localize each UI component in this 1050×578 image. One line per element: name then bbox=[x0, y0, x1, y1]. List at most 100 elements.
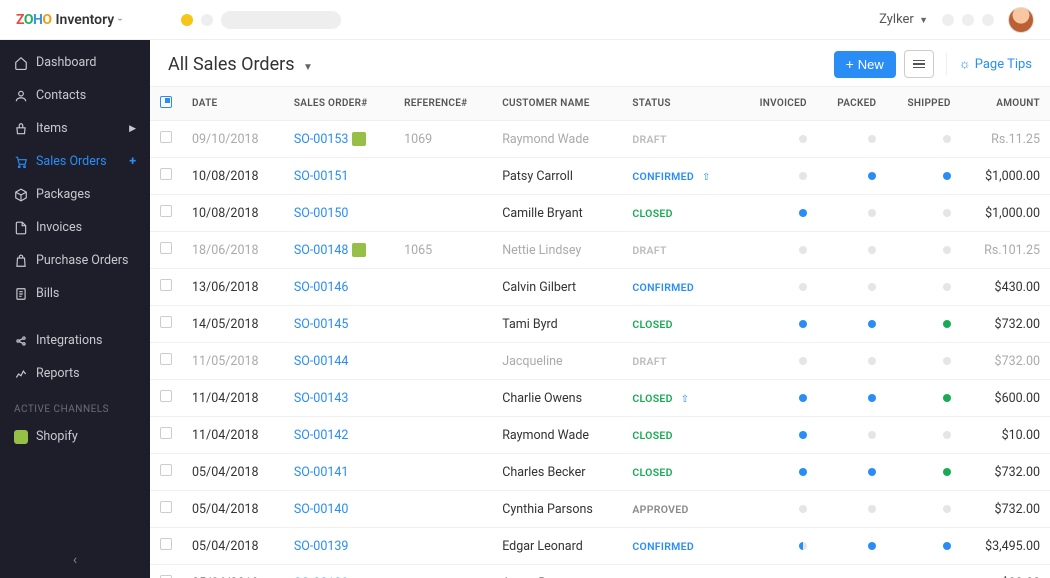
orders-table: DATE SALES ORDER# REFERENCE# CUSTOMER NA… bbox=[150, 87, 1050, 578]
table-row[interactable]: 11/04/2018SO-00142Raymond WadeCLOSED$10.… bbox=[150, 417, 1050, 454]
status-dot-icon bbox=[943, 431, 951, 439]
sales-order-link[interactable]: SO-00142 bbox=[294, 428, 349, 443]
row-checkbox[interactable] bbox=[160, 168, 172, 180]
table-row[interactable]: 13/06/2018SO-00146Calvin GilbertCONFIRME… bbox=[150, 269, 1050, 306]
channel-item-shopify[interactable]: Shopify bbox=[0, 421, 150, 452]
sidebar-item-dashboard[interactable]: Dashboard bbox=[0, 46, 150, 79]
table-row[interactable]: 05/04/2018SO-00140Cynthia ParsonsAPPROVE… bbox=[150, 491, 1050, 528]
sales-order-link[interactable]: SO-00143 bbox=[294, 391, 349, 406]
cell-date: 10/08/2018 bbox=[182, 195, 284, 232]
col-customer[interactable]: CUSTOMER NAME bbox=[492, 87, 622, 121]
sales-order-link[interactable]: SO-00146 bbox=[294, 280, 349, 295]
col-reference[interactable]: REFERENCE# bbox=[394, 87, 492, 121]
col-packed[interactable]: PACKED bbox=[817, 87, 887, 121]
table-row[interactable]: 05/04/2018SO-00139Edgar LeonardCONFIRMED… bbox=[150, 528, 1050, 565]
plus-icon: + bbox=[846, 57, 854, 71]
app-name[interactable]: Inventory bbox=[56, 12, 115, 28]
cell-shipped bbox=[886, 343, 960, 380]
table-row[interactable]: 11/05/2018SO-00144JacquelineDRAFT$732.00 bbox=[150, 343, 1050, 380]
ship-note-icon: ⇧ bbox=[681, 394, 689, 405]
row-checkbox[interactable] bbox=[160, 131, 172, 143]
sidebar-item-integrations[interactable]: Integrations bbox=[0, 324, 150, 357]
sales-order-link[interactable]: SO-00153 bbox=[294, 132, 349, 147]
status-dot-icon bbox=[799, 357, 807, 365]
cell-invoiced bbox=[738, 343, 817, 380]
sales-order-link[interactable]: SO-00141 bbox=[294, 465, 349, 480]
col-sales-order[interactable]: SALES ORDER# bbox=[284, 87, 394, 121]
status-dot-icon bbox=[943, 505, 951, 513]
table-row[interactable]: 14/05/2018SO-00145Tami ByrdCLOSED$732.00 bbox=[150, 306, 1050, 343]
sidebar-item-invoices[interactable]: Invoices bbox=[0, 211, 150, 244]
table-row[interactable]: 05/04/2018SO-00138Aaron BrownCLOSED$33.0… bbox=[150, 565, 1050, 578]
page-tips-link[interactable]: ☼Page Tips bbox=[959, 56, 1032, 72]
column-picker-icon[interactable] bbox=[160, 96, 172, 108]
sidebar-item-sales-orders[interactable]: Sales Orders+ bbox=[0, 145, 150, 178]
app-switcher-caret-icon[interactable]: › bbox=[114, 18, 125, 21]
avatar[interactable] bbox=[1008, 7, 1034, 33]
sidebar-item-label: Contacts bbox=[36, 88, 86, 103]
cell-shipped bbox=[886, 380, 960, 417]
status-badge: DRAFT bbox=[632, 355, 666, 368]
page-title[interactable]: All Sales Orders ▼ bbox=[168, 54, 313, 75]
table-row[interactable]: 18/06/2018SO-001481065Nettie LindseyDRAF… bbox=[150, 232, 1050, 269]
sidebar-item-packages[interactable]: Packages bbox=[0, 178, 150, 211]
sales-order-link[interactable]: SO-00140 bbox=[294, 502, 349, 517]
col-shipped[interactable]: SHIPPED bbox=[886, 87, 960, 121]
row-checkbox[interactable] bbox=[160, 464, 172, 476]
sales-order-link[interactable]: SO-00151 bbox=[294, 169, 349, 184]
col-amount[interactable]: AMOUNT bbox=[961, 87, 1050, 121]
status-dot-icon bbox=[943, 172, 951, 180]
row-checkbox[interactable] bbox=[160, 242, 172, 254]
cell-shipped bbox=[886, 454, 960, 491]
row-checkbox[interactable] bbox=[160, 205, 172, 217]
cell-date: 14/05/2018 bbox=[182, 306, 284, 343]
cell-invoiced bbox=[738, 528, 817, 565]
sales-order-link[interactable]: SO-00148 bbox=[294, 243, 349, 258]
sales-order-link[interactable]: SO-00145 bbox=[294, 317, 349, 332]
sidebar-item-items[interactable]: Items▶ bbox=[0, 112, 150, 145]
add-icon[interactable]: + bbox=[129, 154, 136, 169]
row-checkbox[interactable] bbox=[160, 427, 172, 439]
table-row[interactable]: 11/04/2018SO-00143Charlie OwensCLOSED⇧$6… bbox=[150, 380, 1050, 417]
sales-order-link[interactable]: SO-00144 bbox=[294, 354, 349, 369]
col-invoiced[interactable]: INVOICED bbox=[738, 87, 817, 121]
sales-order-link[interactable]: SO-00139 bbox=[294, 539, 349, 554]
cell-invoiced bbox=[738, 565, 817, 578]
cell-shipped bbox=[886, 565, 960, 578]
status-dot-icon bbox=[868, 431, 876, 439]
status-dot-icon bbox=[868, 542, 876, 550]
cell-amount: Rs.101.25 bbox=[961, 232, 1050, 269]
sidebar-item-purchase-orders[interactable]: Purchase Orders bbox=[0, 244, 150, 277]
cell-reference bbox=[394, 343, 492, 380]
status-dot-icon bbox=[868, 135, 876, 143]
col-date[interactable]: DATE bbox=[182, 87, 284, 121]
table-row[interactable]: 10/08/2018SO-00151Patsy CarrollCONFIRMED… bbox=[150, 158, 1050, 195]
cell-status: DRAFT bbox=[622, 343, 737, 380]
row-checkbox[interactable] bbox=[160, 353, 172, 365]
ship-note-icon: ⇧ bbox=[702, 172, 710, 183]
row-checkbox[interactable] bbox=[160, 501, 172, 513]
row-checkbox[interactable] bbox=[160, 279, 172, 291]
sidebar-item-bills[interactable]: Bills bbox=[0, 277, 150, 310]
cell-customer: Tami Byrd bbox=[492, 306, 622, 343]
sales-order-link[interactable]: SO-00150 bbox=[294, 206, 349, 221]
table-row[interactable]: 09/10/2018SO-001531069Raymond WadeDRAFTR… bbox=[150, 121, 1050, 158]
row-checkbox[interactable] bbox=[160, 538, 172, 550]
row-checkbox[interactable] bbox=[160, 316, 172, 328]
cell-reference bbox=[394, 380, 492, 417]
table-row[interactable]: 05/04/2018SO-00141Charles BeckerCLOSED$7… bbox=[150, 454, 1050, 491]
status-dot-icon bbox=[943, 283, 951, 291]
org-switcher[interactable]: Zylker ▼ bbox=[879, 12, 928, 27]
bulb-icon: ☼ bbox=[959, 56, 971, 72]
row-checkbox[interactable] bbox=[160, 390, 172, 402]
table-header: DATE SALES ORDER# REFERENCE# CUSTOMER NA… bbox=[150, 87, 1050, 121]
status-dot-icon bbox=[943, 135, 951, 143]
new-button[interactable]: +New bbox=[834, 51, 896, 78]
col-status[interactable]: STATUS bbox=[622, 87, 737, 121]
sidebar-item-contacts[interactable]: Contacts bbox=[0, 79, 150, 112]
table-row[interactable]: 10/08/2018SO-00150Camille BryantCLOSED$1… bbox=[150, 195, 1050, 232]
list-menu-button[interactable] bbox=[904, 50, 934, 78]
status-dot-icon bbox=[799, 320, 807, 328]
sidebar-collapse-button[interactable]: ‹ bbox=[0, 542, 150, 578]
sidebar-item-reports[interactable]: Reports bbox=[0, 357, 150, 390]
